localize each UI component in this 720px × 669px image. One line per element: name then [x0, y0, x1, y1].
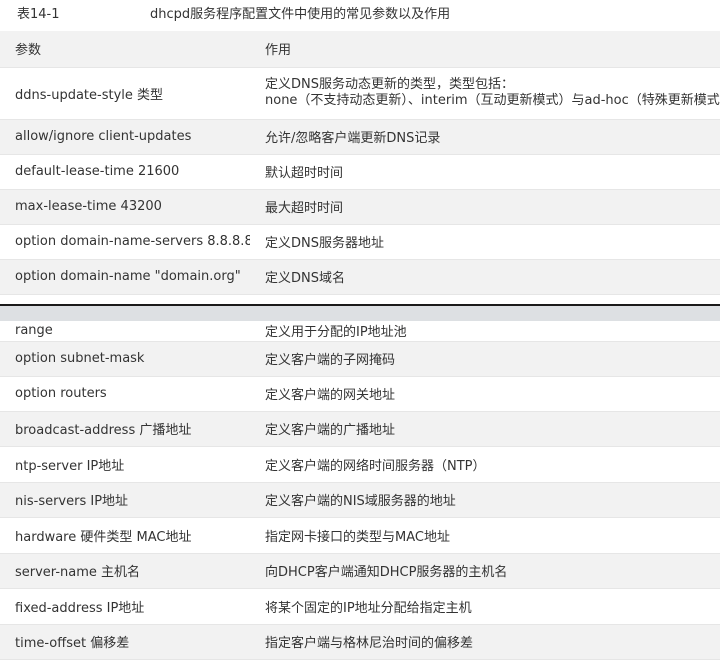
purpose-cell: 定义DNS服务动态更新的类型，类型包括： none（不支持动态更新）、inter… — [250, 67, 720, 120]
table-row: time-offset 偏移差 指定客户端与格林尼治时间的偏移差 — [0, 624, 720, 660]
param-cell: option domain-name-servers 8.8.8.8 — [0, 224, 250, 260]
param-cell: time-offset 偏移差 — [0, 624, 250, 660]
purpose-cell: 定义客户端的子网掩码 — [250, 341, 720, 377]
table-row: allow/ignore client-updates 允许/忽略客户端更新DN… — [0, 119, 720, 155]
table-row: option routers 定义客户端的网关地址 — [0, 376, 720, 412]
table-row: fixed-address IP地址 将某个固定的IP地址分配给指定主机 — [0, 588, 720, 625]
purpose-cell: 定义用于分配的IP地址池 — [250, 321, 720, 342]
purpose-cell: 定义客户端的广播地址 — [250, 411, 720, 447]
table-row: server-name 主机名 向DHCP客户端通知DHCP服务器的主机名 — [0, 553, 720, 589]
table-row: default-lease-time 21600 默认超时时间 — [0, 154, 720, 190]
param-cell: allow/ignore client-updates — [0, 119, 250, 155]
table-number: 表14-1 — [17, 7, 60, 22]
table-row: range 定义用于分配的IP地址池 — [0, 321, 720, 342]
purpose-cell: 将某个固定的IP地址分配给指定主机 — [250, 588, 720, 625]
param-cell: fixed-address IP地址 — [0, 588, 250, 625]
params-table-bottom: range 定义用于分配的IP地址池 option subnet-mask 定义… — [0, 321, 720, 660]
table-row: ntp-server IP地址 定义客户端的网络时间服务器（NTP） — [0, 446, 720, 483]
table-row: nis-servers IP地址 定义客户端的NIS域服务器的地址 — [0, 482, 720, 518]
purpose-cell: 向DHCP客户端通知DHCP服务器的主机名 — [250, 553, 720, 589]
purpose-cell: 定义客户端的网络时间服务器（NTP） — [250, 446, 720, 483]
param-cell: default-lease-time 21600 — [0, 154, 250, 190]
table-row: option subnet-mask 定义客户端的子网掩码 — [0, 341, 720, 377]
param-cell: hardware 硬件类型 MAC地址 — [0, 517, 250, 554]
param-cell: nis-servers IP地址 — [0, 482, 250, 518]
table-row: option domain-name-servers 8.8.8.8 定义DNS… — [0, 224, 720, 260]
param-cell: broadcast-address 广播地址 — [0, 411, 250, 447]
param-cell: option subnet-mask — [0, 341, 250, 377]
table-row: broadcast-address 广播地址 定义客户端的广播地址 — [0, 411, 720, 447]
header-param: 参数 — [0, 31, 250, 68]
purpose-cell: 允许/忽略客户端更新DNS记录 — [250, 119, 720, 155]
params-table-top: 参数 作用 ddns-update-style 类型 定义DNS服务动态更新的类… — [0, 31, 720, 295]
purpose-cell: 默认超时时间 — [250, 154, 720, 190]
purpose-line-1: 定义DNS服务动态更新的类型，类型包括： — [265, 77, 514, 92]
purpose-cell: 指定客户端与格林尼治时间的偏移差 — [250, 624, 720, 660]
page-gap — [0, 306, 720, 322]
param-cell: max-lease-time 43200 — [0, 189, 250, 225]
purpose-cell: 定义DNS域名 — [250, 259, 720, 295]
table-row: ddns-update-style 类型 定义DNS服务动态更新的类型，类型包括… — [0, 67, 720, 120]
purpose-line-2: none（不支持动态更新）、interim（互动更新模式）与ad-hoc（特殊更… — [265, 93, 720, 108]
param-cell: option routers — [0, 376, 250, 412]
table-header-row: 参数 作用 — [0, 31, 720, 68]
param-cell: option domain-name "domain.org" — [0, 259, 250, 295]
header-purpose: 作用 — [250, 31, 720, 68]
param-cell: range — [0, 321, 250, 342]
param-cell: ddns-update-style 类型 — [0, 67, 250, 120]
purpose-cell: 定义客户端的网关地址 — [250, 376, 720, 412]
purpose-cell: 定义客户端的NIS域服务器的地址 — [250, 482, 720, 518]
table-row: max-lease-time 43200 最大超时时间 — [0, 189, 720, 225]
param-cell: ntp-server IP地址 — [0, 446, 250, 483]
purpose-cell: 最大超时时间 — [250, 189, 720, 225]
param-cell: server-name 主机名 — [0, 553, 250, 589]
table-row: hardware 硬件类型 MAC地址 指定网卡接口的类型与MAC地址 — [0, 517, 720, 554]
purpose-cell: 定义DNS服务器地址 — [250, 224, 720, 260]
table-title: dhcpd服务程序配置文件中使用的常见参数以及作用 — [150, 7, 451, 22]
purpose-cell: 指定网卡接口的类型与MAC地址 — [250, 517, 720, 554]
table-caption: 表14-1 dhcpd服务程序配置文件中使用的常见参数以及作用 — [0, 0, 720, 30]
table-row: option domain-name "domain.org" 定义DNS域名 — [0, 259, 720, 295]
